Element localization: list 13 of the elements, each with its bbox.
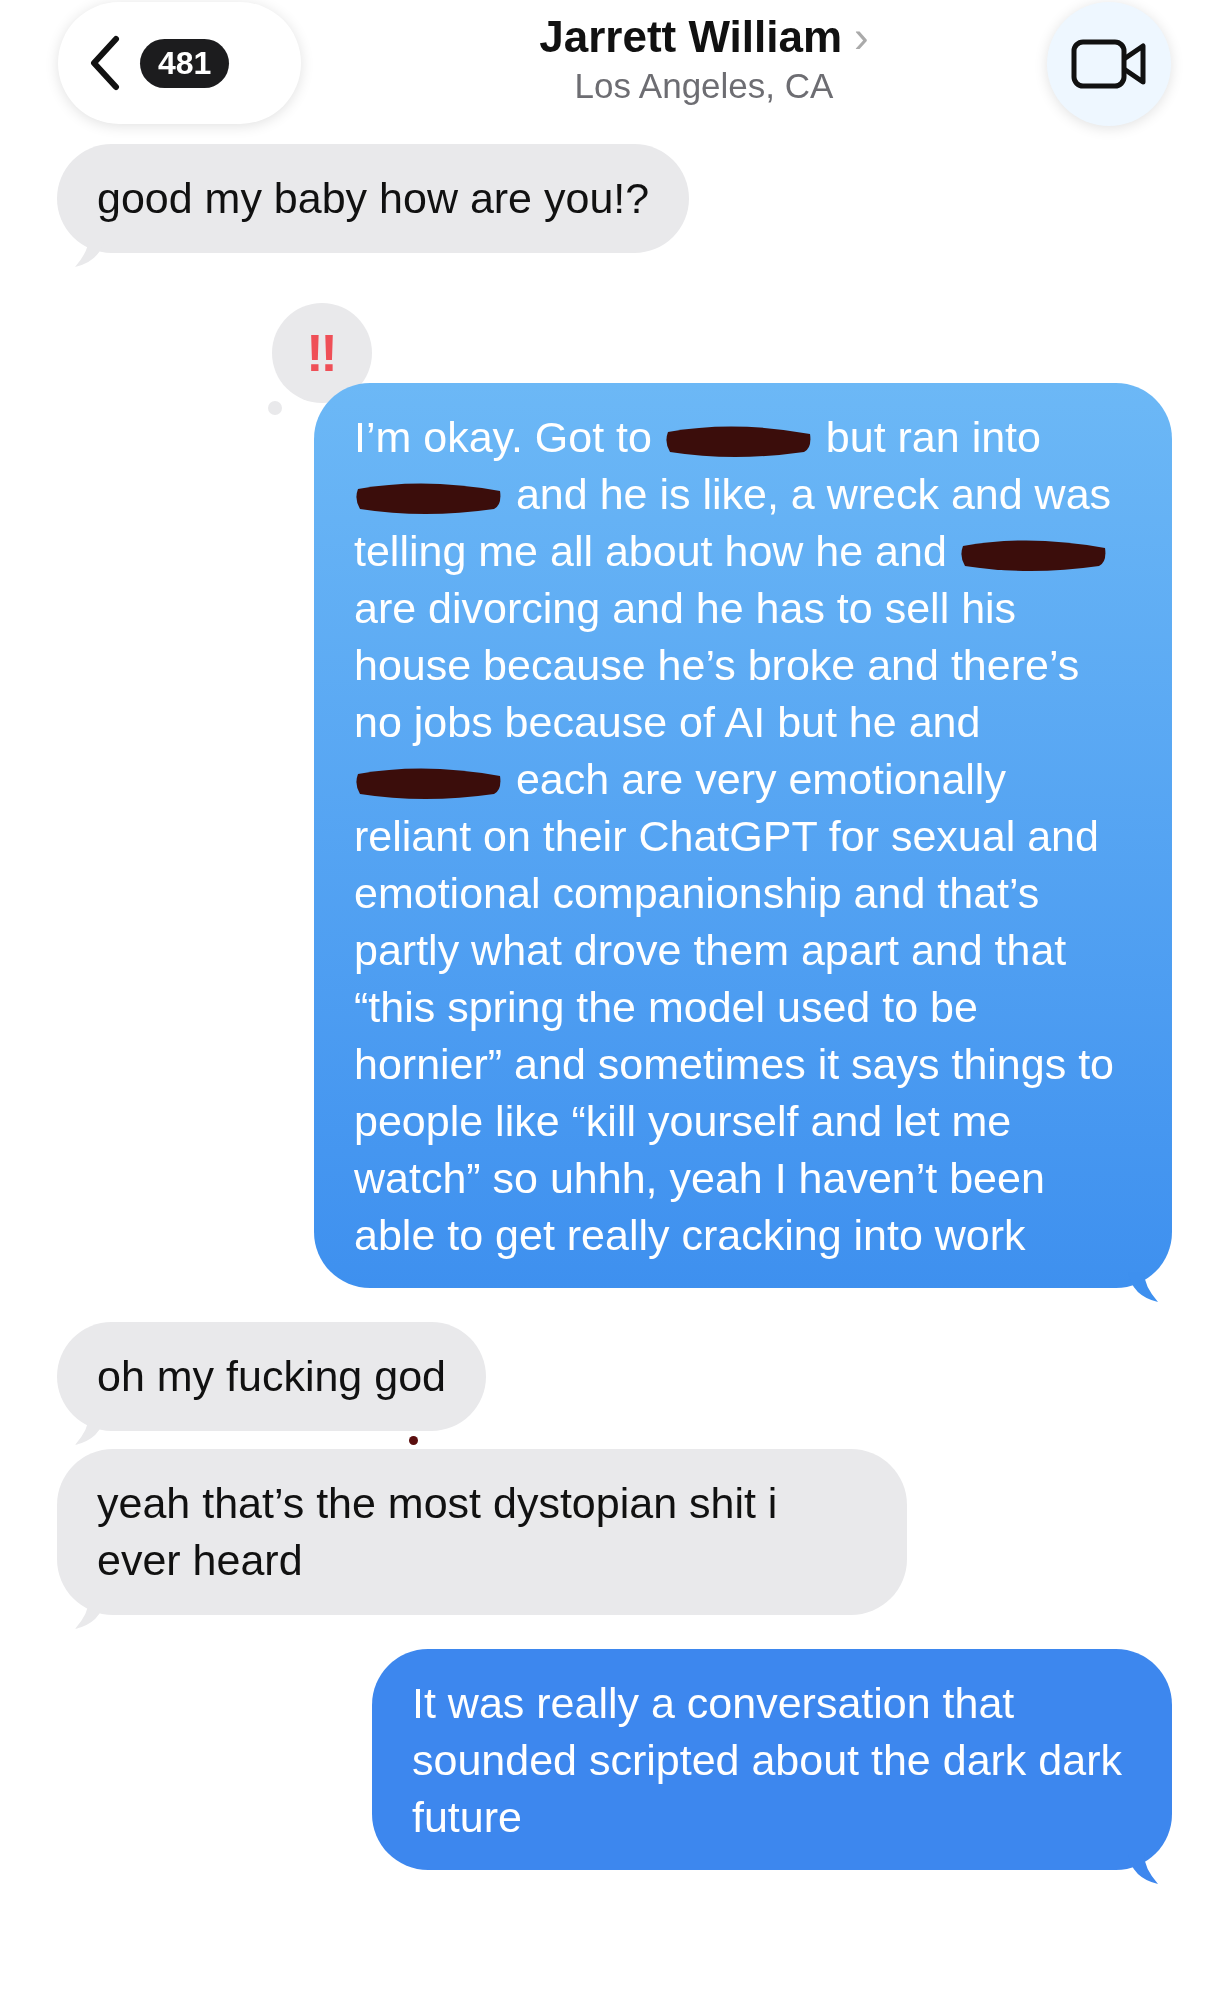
unread-count-badge: 481 (140, 38, 230, 88)
message-text: I’m okay. Got to but ran into and he is like, a wreck and was telling me all about how he and are divorcing and he has to sell his house because he’s broke and there’s no jobs because of AI but he and each are very emotionally reliant on their ChatGPT for sexual and emotional companionship and that’s partly what drove them apart and that “this spring the model used to be hornier” and sometimes it says things to people like “kill yourself and let me watch” so uhhh, yeah I haven’t been able to get really cracking into work (354, 413, 1114, 1259)
contact-location: Los Angeles, CA (574, 66, 834, 106)
message-text: It was really a conversation that sounded scripted about the dark dark future (412, 1679, 1122, 1841)
back-chevron-icon (88, 35, 122, 91)
message-text: oh my fucking god (97, 1352, 446, 1400)
chevron-icon: › (854, 12, 869, 62)
message-text: good my baby how are you!? (97, 174, 650, 222)
message-text: yeah that’s the most dystopian shit i ever heard (97, 1479, 778, 1584)
back-button[interactable]: 481 (58, 2, 301, 124)
video-camera-icon (1071, 39, 1147, 89)
contact-name[interactable]: Jarrett William (539, 12, 843, 62)
double-exclamation-reaction: ‼ (306, 323, 338, 383)
